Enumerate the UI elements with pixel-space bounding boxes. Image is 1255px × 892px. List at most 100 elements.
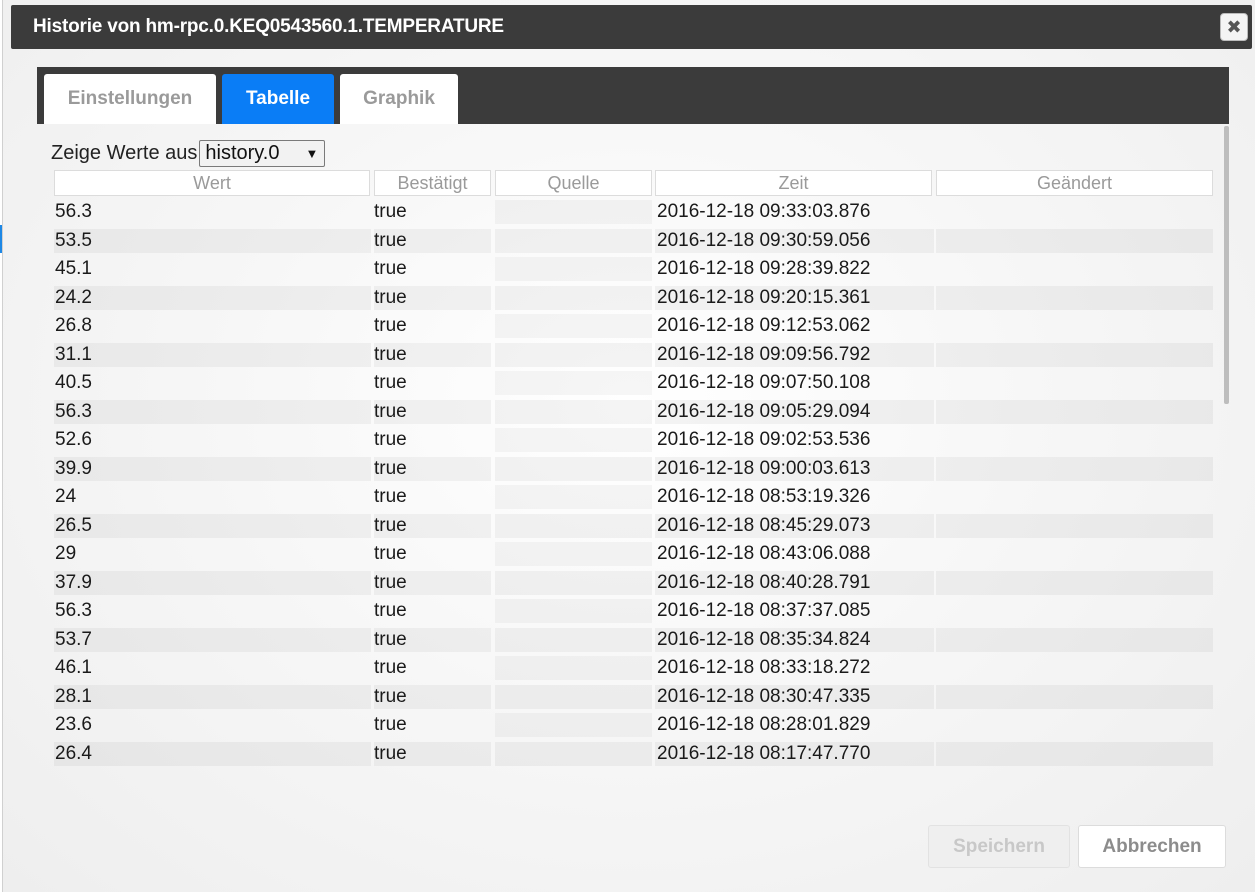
cell-zeit: 2016-12-18 08:33:18.272	[657, 657, 871, 678]
close-button[interactable]: ✖	[1220, 13, 1248, 41]
tab-graphik[interactable]: Graphik	[340, 74, 458, 124]
cell-wert: 26.5	[54, 513, 371, 538]
cell-geaendert	[936, 257, 1213, 281]
cell-bestaetigt: true	[374, 201, 407, 222]
cell-geaendert	[936, 200, 1213, 224]
cell-zeit: 2016-12-18 08:40:28.791	[655, 570, 934, 595]
table-row[interactable]: 53.7 true 2016-12-18 08:35:34.824	[54, 626, 1214, 655]
cell-bestaetigt: true	[374, 486, 407, 507]
cell-zeit: 2016-12-18 08:17:47.770	[655, 741, 934, 766]
table-row[interactable]: 39.9 true 2016-12-18 09:00:03.613	[54, 455, 1214, 484]
tab-einstellungen[interactable]: Einstellungen	[44, 74, 216, 124]
tab-tabelle[interactable]: Tabelle	[222, 74, 334, 124]
cell-bestaetigt: true	[374, 684, 491, 709]
cell-wert: 29	[55, 543, 77, 564]
table-row[interactable]: 26.8 true 2016-12-18 09:12:53.062	[54, 312, 1214, 341]
cell-bestaetigt: true	[374, 627, 491, 652]
cell-geaendert	[936, 542, 1213, 566]
cell-geaendert	[936, 285, 1213, 310]
cancel-button[interactable]: Abbrechen	[1078, 825, 1226, 868]
table-row[interactable]: 52.6 true 2016-12-18 09:02:53.536	[54, 426, 1214, 455]
source-label: Zeige Werte aus	[51, 141, 198, 164]
table-panel: Zeige Werte aus history.0 ▼ Wert Bestäti…	[37, 124, 1229, 774]
cell-wert: 56.3	[55, 201, 92, 222]
cell-wert: 53.5	[54, 228, 371, 253]
cell-quelle	[495, 684, 652, 709]
cell-bestaetigt: true	[374, 543, 407, 564]
table-row[interactable]: 56.3 true 2016-12-18 09:33:03.876	[54, 198, 1214, 227]
cell-quelle	[495, 342, 652, 367]
cell-geaendert	[936, 599, 1213, 623]
cell-quelle	[495, 428, 652, 452]
cell-zeit: 2016-12-18 09:20:15.361	[655, 285, 934, 310]
cell-wert: 45.1	[55, 258, 92, 279]
cell-wert: 37.9	[54, 570, 371, 595]
table-row[interactable]: 24 true 2016-12-18 08:53:19.326	[54, 483, 1214, 512]
cell-geaendert	[936, 485, 1213, 509]
cell-quelle	[495, 513, 652, 538]
column-header-quelle[interactable]: Quelle	[495, 170, 652, 196]
cell-zeit: 2016-12-18 08:53:19.326	[657, 486, 871, 507]
cell-quelle	[495, 228, 652, 253]
table-row[interactable]: 26.5 true 2016-12-18 08:45:29.073	[54, 512, 1214, 541]
cell-geaendert	[936, 371, 1213, 395]
cell-bestaetigt: true	[374, 228, 491, 253]
cell-bestaetigt: true	[374, 600, 407, 621]
table-row[interactable]: 26.4 true 2016-12-18 08:17:47.770	[54, 740, 1214, 769]
cell-geaendert	[936, 684, 1213, 709]
table-row[interactable]: 37.9 true 2016-12-18 08:40:28.791	[54, 569, 1214, 598]
table-row[interactable]: 28.1 true 2016-12-18 08:30:47.335	[54, 683, 1214, 712]
cell-zeit: 2016-12-18 09:02:53.536	[657, 429, 871, 450]
table-row[interactable]: 24.2 true 2016-12-18 09:20:15.361	[54, 284, 1214, 313]
cell-wert: 28.1	[54, 684, 371, 709]
cell-zeit: 2016-12-18 09:12:53.062	[657, 315, 871, 336]
save-button[interactable]: Speichern	[928, 825, 1070, 868]
cell-quelle	[495, 371, 652, 395]
table-row[interactable]: 23.6 true 2016-12-18 08:28:01.829	[54, 711, 1214, 740]
cell-geaendert	[936, 570, 1213, 595]
cell-zeit: 2016-12-18 09:28:39.822	[657, 258, 871, 279]
cell-bestaetigt: true	[374, 429, 407, 450]
table-row[interactable]: 29 true 2016-12-18 08:43:06.088	[54, 540, 1214, 569]
cell-quelle	[495, 599, 652, 623]
cell-wert: 52.6	[55, 429, 92, 450]
column-header-geaendert[interactable]: Geändert	[936, 170, 1213, 196]
cell-zeit: 2016-12-18 08:45:29.073	[655, 513, 934, 538]
source-selector-row: Zeige Werte aus history.0 ▼	[51, 139, 326, 167]
table-row[interactable]: 45.1 true 2016-12-18 09:28:39.822	[54, 255, 1214, 284]
column-header-bestaetigt[interactable]: Bestätigt	[374, 170, 491, 196]
table-body: 56.3 true 2016-12-18 09:33:03.876 53.5 true 2…	[54, 198, 1214, 768]
tab-bar: Einstellungen Tabelle Graphik	[37, 67, 1229, 124]
cell-quelle	[495, 627, 652, 652]
table-row[interactable]: 56.3 true 2016-12-18 09:05:29.094	[54, 398, 1214, 427]
table-row[interactable]: 53.5 true 2016-12-18 09:30:59.056	[54, 227, 1214, 256]
cell-wert: 31.1	[54, 342, 371, 367]
cell-quelle	[495, 456, 652, 481]
cell-zeit: 2016-12-18 09:05:29.094	[655, 399, 934, 424]
cell-quelle	[495, 485, 652, 509]
cell-zeit: 2016-12-18 08:37:37.085	[657, 600, 871, 621]
cell-geaendert	[936, 228, 1213, 253]
cell-zeit: 2016-12-18 08:43:06.088	[657, 543, 871, 564]
table-row[interactable]: 31.1 true 2016-12-18 09:09:56.792	[54, 341, 1214, 370]
cell-quelle	[495, 285, 652, 310]
column-header-wert[interactable]: Wert	[54, 170, 370, 196]
column-header-zeit[interactable]: Zeit	[655, 170, 932, 196]
chevron-down-icon: ▼	[305, 145, 319, 161]
cell-bestaetigt: true	[374, 456, 491, 481]
history-dialog: Historie von hm-rpc.0.KEQ0543560.1.TEMPE…	[2, 0, 1255, 892]
cell-geaendert	[936, 399, 1213, 424]
source-select[interactable]: history.0 ▼	[199, 139, 326, 167]
table-row[interactable]: 46.1 true 2016-12-18 08:33:18.272	[54, 654, 1214, 683]
cell-quelle	[495, 200, 652, 224]
cell-quelle	[495, 570, 652, 595]
scrollbar-thumb[interactable]	[1224, 126, 1229, 404]
cell-geaendert	[936, 456, 1213, 481]
cell-wert: 39.9	[54, 456, 371, 481]
close-icon: ✖	[1226, 16, 1242, 37]
table-row[interactable]: 40.5 true 2016-12-18 09:07:50.108	[54, 369, 1214, 398]
cell-zeit: 2016-12-18 08:28:01.829	[657, 714, 871, 735]
cell-geaendert	[936, 342, 1213, 367]
source-select-value: history.0	[205, 141, 280, 164]
table-row[interactable]: 56.3 true 2016-12-18 08:37:37.085	[54, 597, 1214, 626]
